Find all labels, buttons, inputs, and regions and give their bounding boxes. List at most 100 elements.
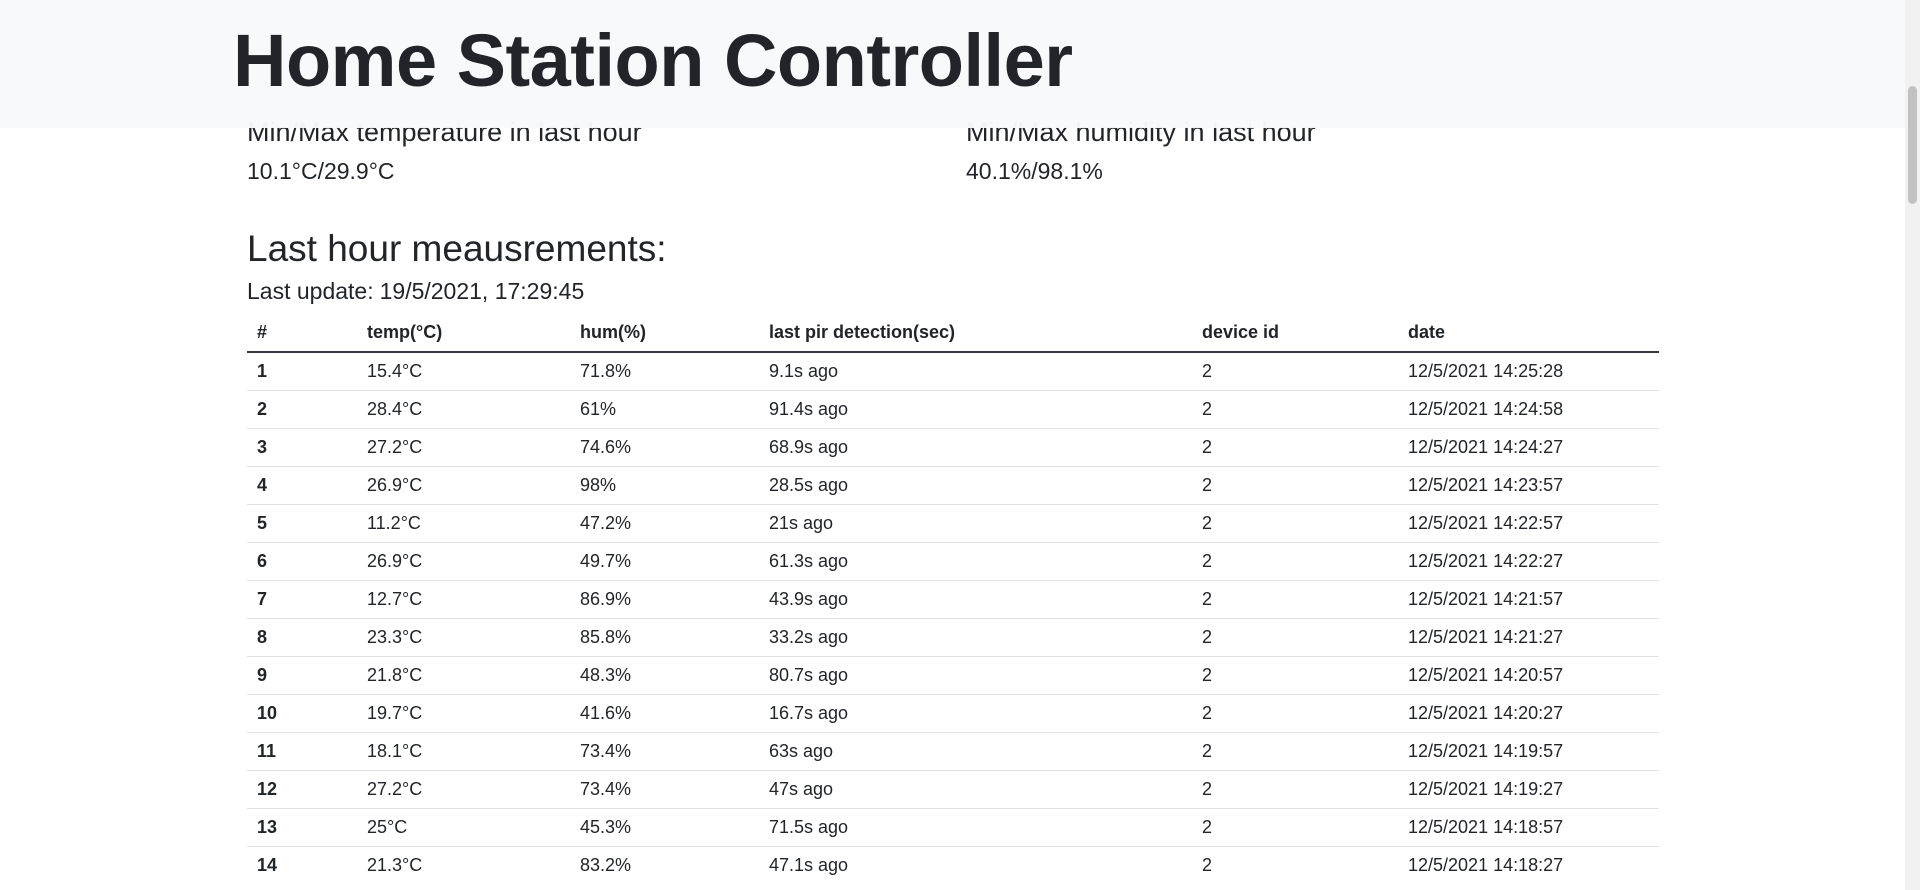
- last-update-label: Last update:: [247, 278, 374, 304]
- cell-device-id: 2: [1192, 580, 1398, 619]
- cell-temp: 27.2°C: [357, 428, 570, 467]
- cell-hum: 71.8%: [570, 351, 759, 391]
- cell-pir: 47s ago: [759, 770, 1192, 809]
- scrollbar-thumb[interactable]: [1908, 86, 1917, 204]
- cell-temp: 26.9°C: [357, 466, 570, 505]
- cell-temp: 21.3°C: [357, 846, 570, 884]
- cell-index: 2: [247, 390, 357, 429]
- column-header-hum: hum(%): [570, 313, 759, 353]
- table-row: 3 27.2°C 74.6% 68.9s ago 2 12/5/2021 14:24:27: [247, 428, 1659, 467]
- cell-hum: 86.9%: [570, 580, 759, 619]
- cell-date: 12/5/2021 14:22:57: [1398, 504, 1659, 543]
- cell-index: 4: [247, 466, 357, 505]
- cell-pir: 63s ago: [759, 732, 1192, 771]
- cell-date: 12/5/2021 14:24:58: [1398, 390, 1659, 429]
- table-row: 14 21.3°C 83.2% 47.1s ago 2 12/5/2021 14:18:2…: [247, 846, 1659, 884]
- table-row: 4 26.9°C 98% 28.5s ago 2 12/5/2021 14:23:57: [247, 466, 1659, 505]
- cell-date: 12/5/2021 14:18:57: [1398, 808, 1659, 847]
- cell-hum: 49.7%: [570, 542, 759, 581]
- table-row: 5 11.2°C 47.2% 21s ago 2 12/5/2021 14:22:57: [247, 504, 1659, 543]
- cell-index: 3: [247, 428, 357, 467]
- cell-hum: 98%: [570, 466, 759, 505]
- cell-hum: 73.4%: [570, 732, 759, 771]
- navbar: Home Station Controller: [0, 0, 1905, 128]
- cell-hum: 83.2%: [570, 846, 759, 884]
- table-row: 7 12.7°C 86.9% 43.9s ago 2 12/5/2021 14:21:57: [247, 580, 1659, 619]
- cell-index: 5: [247, 504, 357, 543]
- column-header-pir: last pir detection(sec): [759, 313, 1192, 353]
- cell-device-id: 2: [1192, 694, 1398, 733]
- cell-hum: 45.3%: [570, 808, 759, 847]
- cell-date: 12/5/2021 14:24:27: [1398, 428, 1659, 467]
- cell-index: 13: [247, 808, 357, 847]
- page-title: Home Station Controller: [233, 19, 1073, 102]
- cell-index: 10: [247, 694, 357, 733]
- cell-date: 12/5/2021 14:20:27: [1398, 694, 1659, 733]
- cell-hum: 85.8%: [570, 618, 759, 657]
- cell-pir: 61.3s ago: [759, 542, 1192, 581]
- table-row: 1 15.4°C 71.8% 9.1s ago 2 12/5/2021 14:25:28: [247, 351, 1659, 391]
- cell-temp: 18.1°C: [357, 732, 570, 771]
- cell-temp: 19.7°C: [357, 694, 570, 733]
- cell-date: 12/5/2021 14:25:28: [1398, 351, 1659, 391]
- last-update-value: 19/5/2021, 17:29:45: [379, 278, 585, 304]
- cell-pir: 43.9s ago: [759, 580, 1192, 619]
- cell-pir: 9.1s ago: [759, 351, 1192, 391]
- cell-temp: 11.2°C: [357, 504, 570, 543]
- cell-date: 12/5/2021 14:23:57: [1398, 466, 1659, 505]
- column-header-device-id: device id: [1192, 313, 1398, 353]
- cell-hum: 73.4%: [570, 770, 759, 809]
- measurements-table: # temp(°C) hum(%) last pir detection(sec…: [247, 313, 1659, 884]
- table-row: 12 27.2°C 73.4% 47s ago 2 12/5/2021 14:19:27: [247, 770, 1659, 809]
- table-row: 2 28.4°C 61% 91.4s ago 2 12/5/2021 14:24:58: [247, 390, 1659, 429]
- cell-device-id: 2: [1192, 428, 1398, 467]
- cell-hum: 74.6%: [570, 428, 759, 467]
- table-row: 11 18.1°C 73.4% 63s ago 2 12/5/2021 14:19:57: [247, 732, 1659, 771]
- cell-date: 12/5/2021 14:21:27: [1398, 618, 1659, 657]
- cell-index: 9: [247, 656, 357, 695]
- cell-device-id: 2: [1192, 504, 1398, 543]
- cell-hum: 41.6%: [570, 694, 759, 733]
- table-row: 8 23.3°C 85.8% 33.2s ago 2 12/5/2021 14:21:27: [247, 618, 1659, 657]
- cell-device-id: 2: [1192, 732, 1398, 771]
- cell-temp: 12.7°C: [357, 580, 570, 619]
- column-header-date: date: [1398, 313, 1659, 353]
- vertical-scrollbar[interactable]: [1905, 0, 1920, 890]
- cell-date: 12/5/2021 14:22:27: [1398, 542, 1659, 581]
- cell-pir: 91.4s ago: [759, 390, 1192, 429]
- cell-date: 12/5/2021 14:21:57: [1398, 580, 1659, 619]
- table-header-row: # temp(°C) hum(%) last pir detection(sec…: [247, 313, 1659, 353]
- cell-device-id: 2: [1192, 808, 1398, 847]
- last-update: Last update: 19/5/2021, 17:29:45: [247, 276, 584, 306]
- cell-index: 14: [247, 846, 357, 884]
- cell-pir: 71.5s ago: [759, 808, 1192, 847]
- cell-pir: 16.7s ago: [759, 694, 1192, 733]
- cell-device-id: 2: [1192, 846, 1398, 884]
- cell-device-id: 2: [1192, 351, 1398, 391]
- column-header-index: #: [247, 313, 357, 353]
- cell-index: 11: [247, 732, 357, 771]
- humidity-summary-value: 40.1%/98.1%: [966, 158, 1103, 184]
- cell-index: 1: [247, 351, 357, 391]
- cell-device-id: 2: [1192, 390, 1398, 429]
- cell-hum: 61%: [570, 390, 759, 429]
- cell-device-id: 2: [1192, 542, 1398, 581]
- cell-pir: 80.7s ago: [759, 656, 1192, 695]
- cell-hum: 48.3%: [570, 656, 759, 695]
- temperature-summary-value: 10.1°C/29.9°C: [247, 158, 395, 184]
- table-row: 6 26.9°C 49.7% 61.3s ago 2 12/5/2021 14:22:27: [247, 542, 1659, 581]
- cell-temp: 15.4°C: [357, 351, 570, 391]
- cell-index: 7: [247, 580, 357, 619]
- cell-date: 12/5/2021 14:20:57: [1398, 656, 1659, 695]
- cell-temp: 21.8°C: [357, 656, 570, 695]
- table-head: # temp(°C) hum(%) last pir detection(sec…: [247, 313, 1659, 353]
- cell-device-id: 2: [1192, 656, 1398, 695]
- cell-index: 12: [247, 770, 357, 809]
- cell-pir: 28.5s ago: [759, 466, 1192, 505]
- table-row: 13 25°C 45.3% 71.5s ago 2 12/5/2021 14:18:57: [247, 808, 1659, 847]
- cell-pir: 47.1s ago: [759, 846, 1192, 884]
- cell-device-id: 2: [1192, 770, 1398, 809]
- cell-temp: 28.4°C: [357, 390, 570, 429]
- cell-hum: 47.2%: [570, 504, 759, 543]
- cell-pir: 21s ago: [759, 504, 1192, 543]
